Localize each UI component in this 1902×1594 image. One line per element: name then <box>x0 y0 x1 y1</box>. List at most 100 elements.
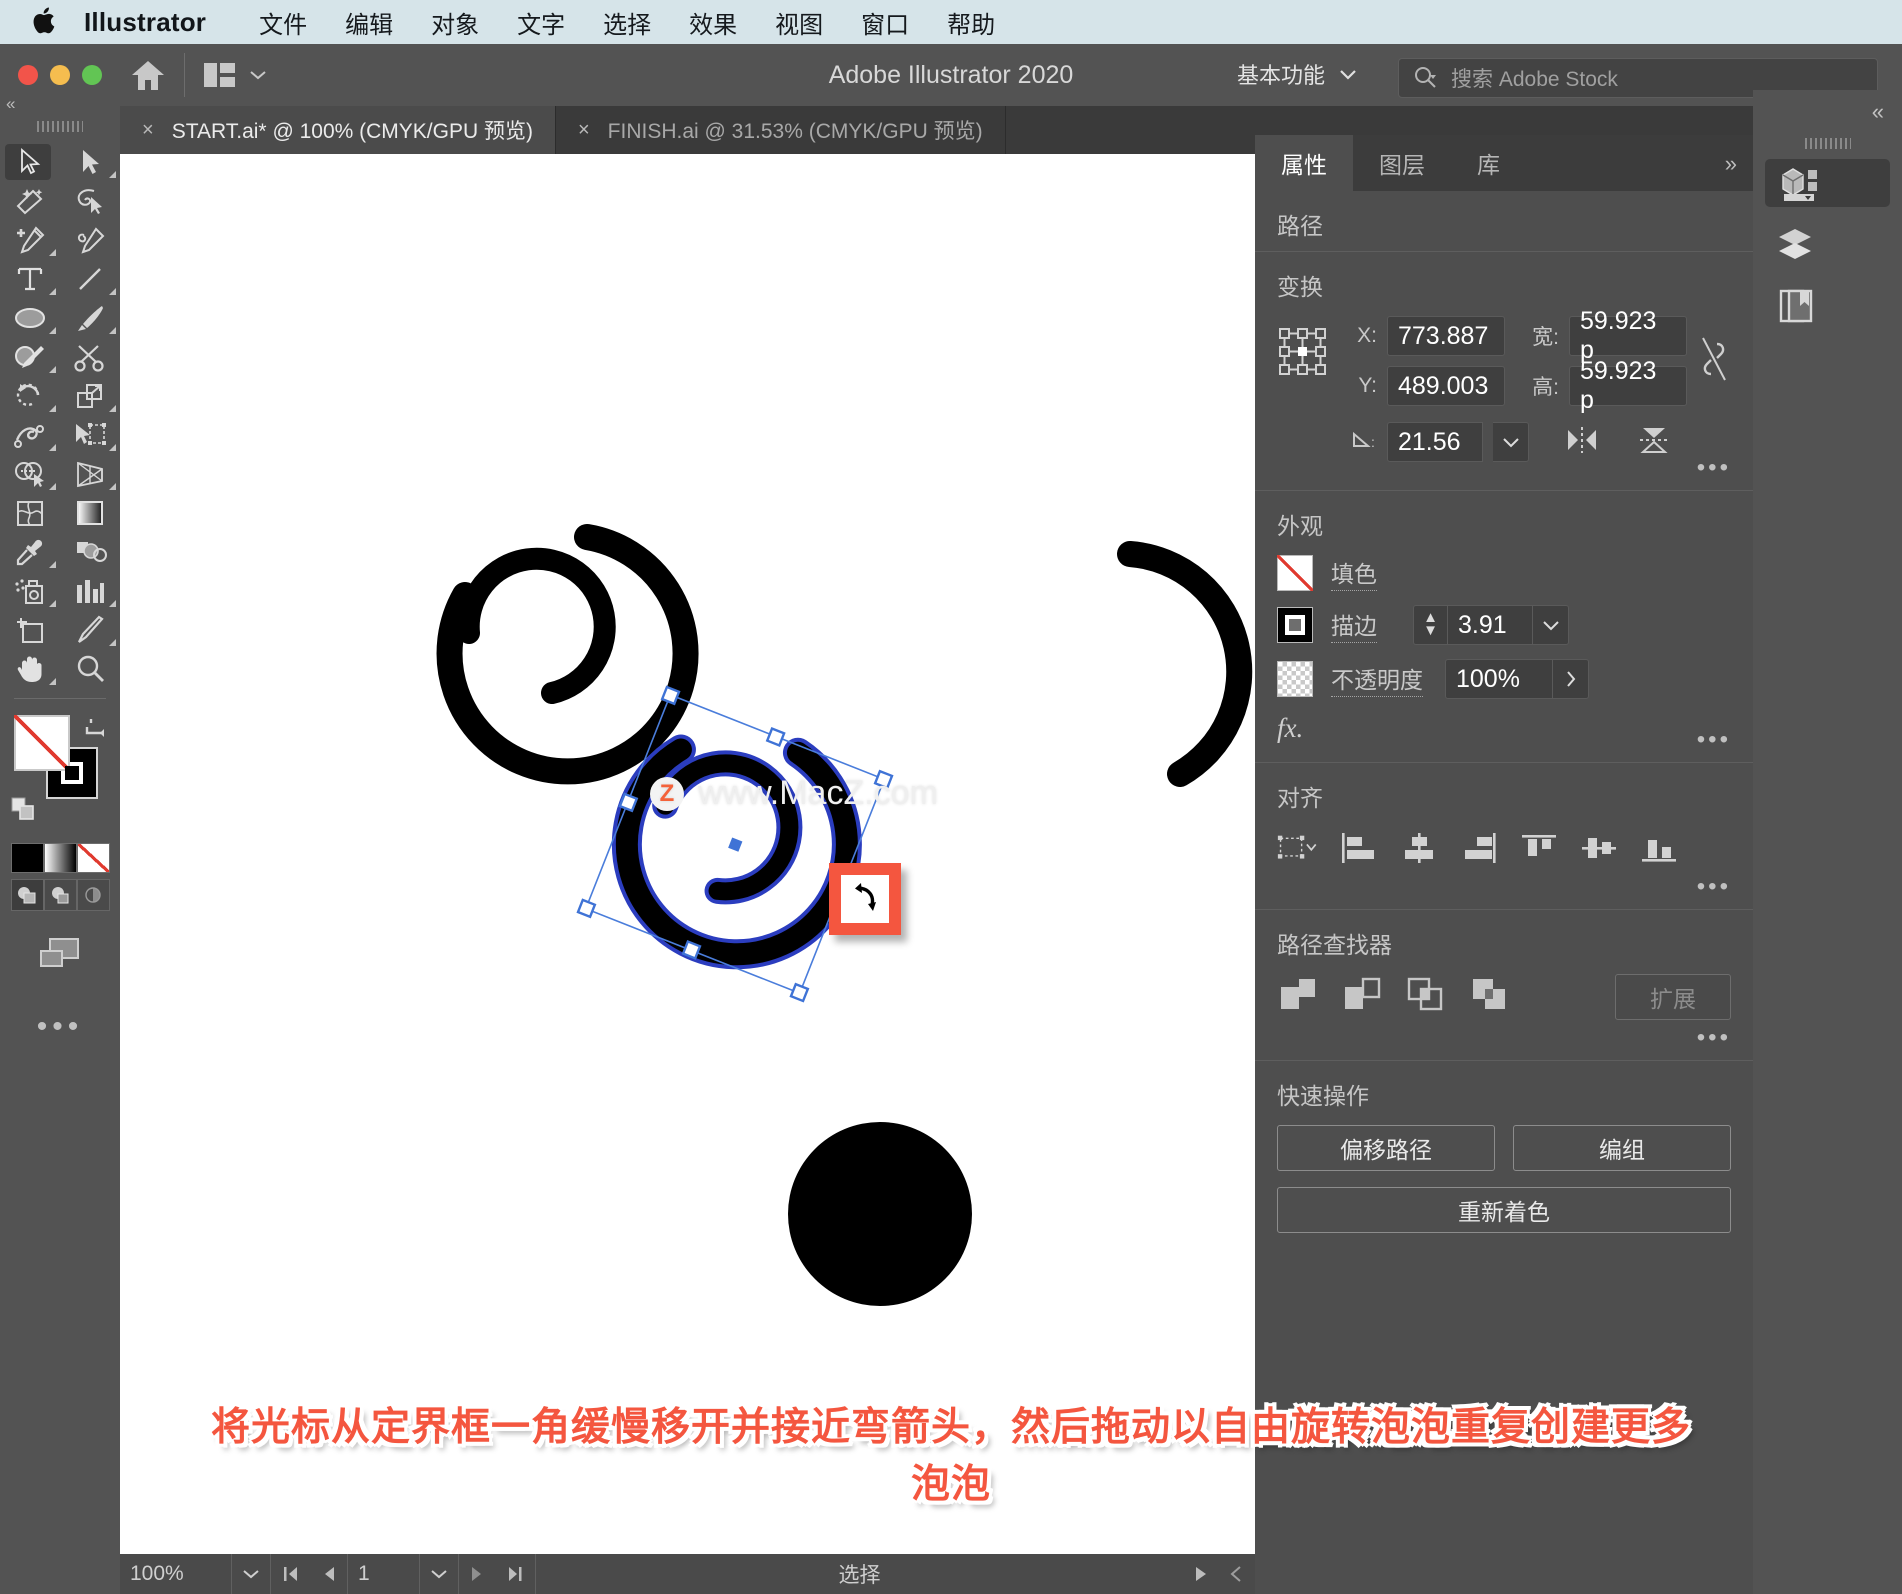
menu-item-type[interactable]: 文字 <box>498 5 584 40</box>
unite-icon[interactable] <box>1277 975 1319 1020</box>
panel-menu-icon[interactable]: » <box>1725 151 1737 177</box>
exclude-icon[interactable] <box>1469 975 1511 1020</box>
tool-blend[interactable] <box>60 532 120 571</box>
zoom-chevron-icon[interactable] <box>232 1554 271 1594</box>
collapse-dock-icon[interactable]: « <box>1753 90 1902 134</box>
tool-selection[interactable] <box>0 142 60 181</box>
angle-input[interactable]: 21.56 <box>1387 422 1483 462</box>
tool-paintbrush[interactable] <box>60 298 120 337</box>
tool-hand[interactable] <box>0 649 60 688</box>
align-more-icon[interactable]: ••• <box>1697 873 1731 901</box>
dock-grip[interactable] <box>1804 138 1851 149</box>
tab-finish-ai[interactable]: × FINISH.ai @ 31.53% (CMYK/GPU 预览) <box>556 106 1006 154</box>
tab-properties[interactable]: 属性 <box>1255 135 1353 191</box>
properties-panel-icon[interactable] <box>1765 159 1890 207</box>
menu-item-select[interactable]: 选择 <box>584 5 670 40</box>
tool-scissors[interactable] <box>60 337 120 376</box>
tool-eyedropper[interactable] <box>0 532 60 571</box>
menu-item-window[interactable]: 窗口 <box>842 5 928 40</box>
play-icon[interactable] <box>1183 1554 1219 1594</box>
fill-swatch-button[interactable] <box>1277 555 1313 591</box>
tool-shaper[interactable] <box>0 337 60 376</box>
none-swatch-button[interactable] <box>76 843 110 873</box>
artboard-number[interactable]: 1 <box>348 1554 420 1594</box>
width-input[interactable]: 59.923 p <box>1569 307 1687 364</box>
tab-libraries[interactable]: 库 <box>1451 135 1526 191</box>
default-fill-stroke-icon[interactable] <box>11 797 39 828</box>
tool-artboard[interactable] <box>0 610 60 649</box>
offset-path-button[interactable]: 偏移路径 <box>1277 1125 1495 1171</box>
swap-fill-stroke-icon[interactable] <box>82 713 108 742</box>
artboard-canvas[interactable]: Z www.MacZ.com <box>120 154 1255 1554</box>
stroke-weight-stepper[interactable]: ▲ ▼ <box>1413 605 1447 645</box>
last-artboard-icon[interactable] <box>495 1554 536 1594</box>
tool-curvature[interactable] <box>60 220 120 259</box>
tab-start-ai[interactable]: × START.ai* @ 100% (CMYK/GPU 预览) <box>120 106 556 154</box>
menubar-app-name[interactable]: Illustrator <box>84 7 206 38</box>
align-right-icon[interactable] <box>1457 827 1501 869</box>
tool-mesh[interactable] <box>0 493 60 532</box>
pathfinder-more-icon[interactable]: ••• <box>1697 1024 1731 1052</box>
menu-item-object[interactable]: 对象 <box>412 5 498 40</box>
tool-rotate[interactable] <box>0 376 60 415</box>
home-icon[interactable] <box>130 58 166 92</box>
tool-magic-wand[interactable] <box>0 181 60 220</box>
tool-free-transform[interactable] <box>60 415 120 454</box>
fx-button[interactable]: fx. <box>1277 713 1731 744</box>
tool-perspective-grid[interactable] <box>60 454 120 493</box>
libraries-panel-icon[interactable] <box>1765 283 1890 331</box>
opacity-arrow-icon[interactable] <box>1553 659 1589 699</box>
tool-type[interactable] <box>0 259 60 298</box>
layers-panel-icon[interactable] <box>1765 221 1890 269</box>
maximize-window-button[interactable] <box>82 65 102 85</box>
tool-symbol-sprayer[interactable] <box>0 571 60 610</box>
y-input[interactable]: 489.003 <box>1387 366 1505 406</box>
draw-behind-button[interactable] <box>43 879 77 911</box>
align-top-icon[interactable] <box>1517 827 1561 869</box>
edit-toolbar-icon[interactable]: ••• <box>0 1010 120 1044</box>
tool-slice[interactable] <box>60 610 120 649</box>
close-icon[interactable]: × <box>142 119 154 142</box>
opacity-input[interactable]: 100% <box>1445 659 1553 699</box>
close-window-button[interactable] <box>18 65 38 85</box>
tool-gradient[interactable] <box>60 493 120 532</box>
angle-chevron-icon[interactable] <box>1493 422 1529 462</box>
tool-pen[interactable] <box>0 220 60 259</box>
stroke-swatch-button[interactable] <box>1277 607 1313 643</box>
tool-direct-selection[interactable] <box>60 142 120 181</box>
tab-layers[interactable]: 图层 <box>1353 135 1451 191</box>
workspace-switcher[interactable]: 基本功能 <box>1237 58 1358 90</box>
minus-front-icon[interactable] <box>1341 975 1383 1020</box>
height-input[interactable]: 59.923 p <box>1569 357 1687 414</box>
appearance-more-icon[interactable]: ••• <box>1697 726 1731 754</box>
tool-scale[interactable] <box>60 376 120 415</box>
opacity-swatch[interactable] <box>1277 661 1313 697</box>
unlink-proportions-icon[interactable] <box>1697 332 1731 391</box>
back-icon[interactable] <box>1219 1554 1255 1594</box>
fill-swatch[interactable] <box>14 715 70 771</box>
tool-shape-builder[interactable] <box>0 454 60 493</box>
align-vertical-center-icon[interactable] <box>1577 827 1621 869</box>
collapse-toolbar-icon[interactable]: « <box>0 90 120 114</box>
stroke-weight-input[interactable]: 3.91 <box>1447 605 1533 645</box>
menu-item-edit[interactable]: 编辑 <box>326 5 412 40</box>
draw-normal-button[interactable] <box>10 879 44 911</box>
arrange-documents-button[interactable] <box>203 61 267 89</box>
menu-item-effect[interactable]: 效果 <box>670 5 756 40</box>
gradient-swatch-button[interactable] <box>43 843 77 873</box>
zoom-level[interactable]: 100% <box>120 1554 232 1594</box>
color-swatch-button[interactable] <box>10 843 44 873</box>
draw-inside-button[interactable] <box>76 879 110 911</box>
flip-vertical-icon[interactable] <box>1637 425 1671 460</box>
align-horizontal-center-icon[interactable] <box>1397 827 1441 869</box>
expand-button[interactable]: 扩展 <box>1615 974 1731 1020</box>
intersect-icon[interactable] <box>1405 975 1447 1020</box>
stroke-weight-chevron-icon[interactable] <box>1533 605 1569 645</box>
next-artboard-icon[interactable] <box>459 1554 495 1594</box>
toolbar-grip[interactable] <box>37 121 83 132</box>
tool-line-segment[interactable] <box>60 259 120 298</box>
tool-column-graph[interactable] <box>60 571 120 610</box>
minimize-window-button[interactable] <box>50 65 70 85</box>
tool-lasso[interactable] <box>60 181 120 220</box>
menu-item-view[interactable]: 视图 <box>756 5 842 40</box>
